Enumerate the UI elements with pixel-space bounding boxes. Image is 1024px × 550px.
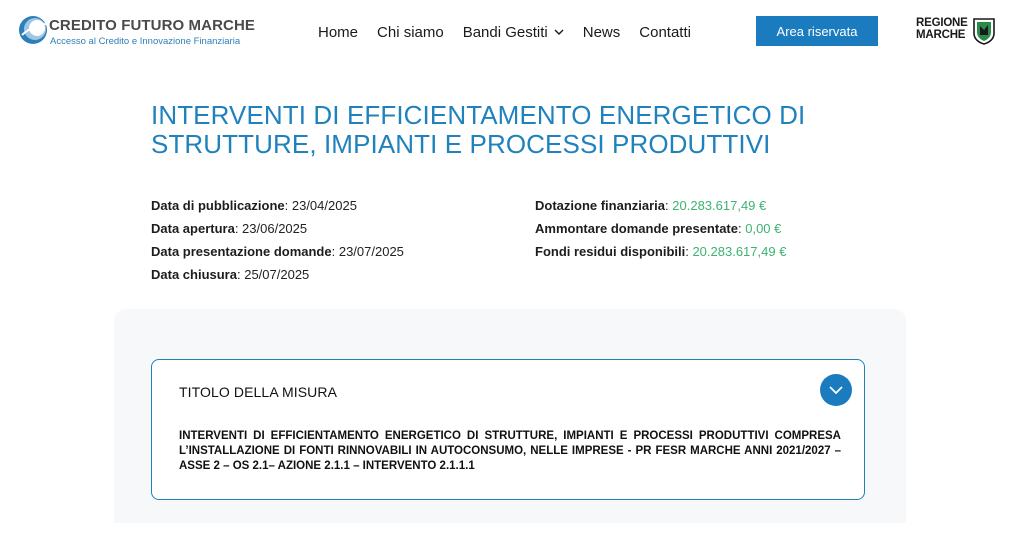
nav-home-label: Home xyxy=(318,23,359,41)
accordion-toggle-button[interactable] xyxy=(820,374,852,406)
meta-funding: Dotazione finanziaria: 20.283.617,49 € A… xyxy=(535,196,786,265)
page-title: INTERVENTI DI EFFICIENTAMENTO ENERGETICO… xyxy=(151,100,806,159)
regione-line2: MARCHE xyxy=(916,29,966,41)
accordion-card: TITOLO DELLA MISURA INTERVENTI DI EFFICI… xyxy=(151,359,865,500)
meta-sep: : xyxy=(284,198,292,213)
globe-logo-icon xyxy=(19,16,47,44)
nav-home[interactable]: Home xyxy=(318,24,358,41)
meta-row: Ammontare domande presentate: 0,00 € xyxy=(535,219,786,242)
main-nav: Home Chi siamo Bandi Gestiti News Contat… xyxy=(318,22,710,42)
meta-label: Ammontare domande presentate xyxy=(535,221,738,236)
meta-label: Data chiusura xyxy=(151,267,237,282)
logo-title: CREDITO FUTURO MARCHE xyxy=(49,17,255,34)
meta-row: Data di pubblicazione: 23/04/2025 xyxy=(151,196,404,219)
regione-marche-logo[interactable]: REGIONE MARCHE xyxy=(916,16,998,46)
meta-label: Data presentazione domande xyxy=(151,244,332,259)
nav-chi-siamo[interactable]: Chi siamo xyxy=(377,24,444,41)
meta-label: Data di pubblicazione xyxy=(151,198,285,213)
meta-row: Data chiusura: 25/07/2025 xyxy=(151,265,404,288)
site-header: CREDITO FUTURO MARCHE Accesso al Credito… xyxy=(0,0,1024,66)
meta-money-value: 0,00 € xyxy=(745,221,782,236)
meta-label: Dotazione finanziaria xyxy=(535,198,666,213)
accordion-body: INTERVENTI DI EFFICIENTAMENTO ENERGETICO… xyxy=(179,430,841,472)
chevron-down-icon xyxy=(829,386,843,395)
meta-sep: : xyxy=(234,221,243,236)
meta-value: 25/07/2025 xyxy=(244,267,310,282)
accordion-title[interactable]: TITOLO DELLA MISURA xyxy=(179,384,337,400)
nav-contatti-label: Contatti xyxy=(639,23,691,41)
nav-contatti[interactable]: Contatti xyxy=(639,24,691,41)
meta-money-value: 20.283.617,49 € xyxy=(692,244,787,259)
nav-bandi-gestiti-label: Bandi Gestiti xyxy=(462,23,548,41)
chevron-down-icon xyxy=(554,29,564,35)
meta-row: Data apertura: 23/06/2025 xyxy=(151,219,404,242)
meta-money-value: 20.283.617,49 € xyxy=(672,198,767,213)
regione-text: REGIONE MARCHE xyxy=(916,17,968,41)
logo-subtitle: Accesso al Credito e Innovazione Finanzi… xyxy=(50,36,241,47)
site-logo[interactable]: CREDITO FUTURO MARCHE Accesso al Credito… xyxy=(18,14,278,50)
regione-line1: REGIONE xyxy=(916,17,968,29)
meta-row: Data presentazione domande: 23/07/2025 xyxy=(151,242,404,265)
meta-row: Dotazione finanziaria: 20.283.617,49 € xyxy=(535,196,786,219)
nav-bandi-gestiti[interactable]: Bandi Gestiti xyxy=(463,24,564,41)
meta-row: Fondi residui disponibili: 20.283.617,49… xyxy=(535,242,786,265)
nav-news[interactable]: News xyxy=(583,24,621,41)
nav-chi-siamo-label: Chi siamo xyxy=(377,23,444,41)
meta-value: 23/06/2025 xyxy=(242,221,308,236)
nav-news-label: News xyxy=(582,23,621,41)
meta-dates: Data di pubblicazione: 23/04/2025 Data a… xyxy=(151,196,404,288)
meta-value: 23/07/2025 xyxy=(338,244,404,259)
meta-label: Fondi residui disponibili xyxy=(535,244,686,259)
regione-marche-shield-icon xyxy=(973,18,995,45)
meta-label: Data apertura xyxy=(151,221,235,236)
meta-sep: : xyxy=(331,244,339,259)
meta-value: 23/04/2025 xyxy=(291,198,357,213)
area-riservata-button[interactable]: Area riservata xyxy=(756,16,878,46)
